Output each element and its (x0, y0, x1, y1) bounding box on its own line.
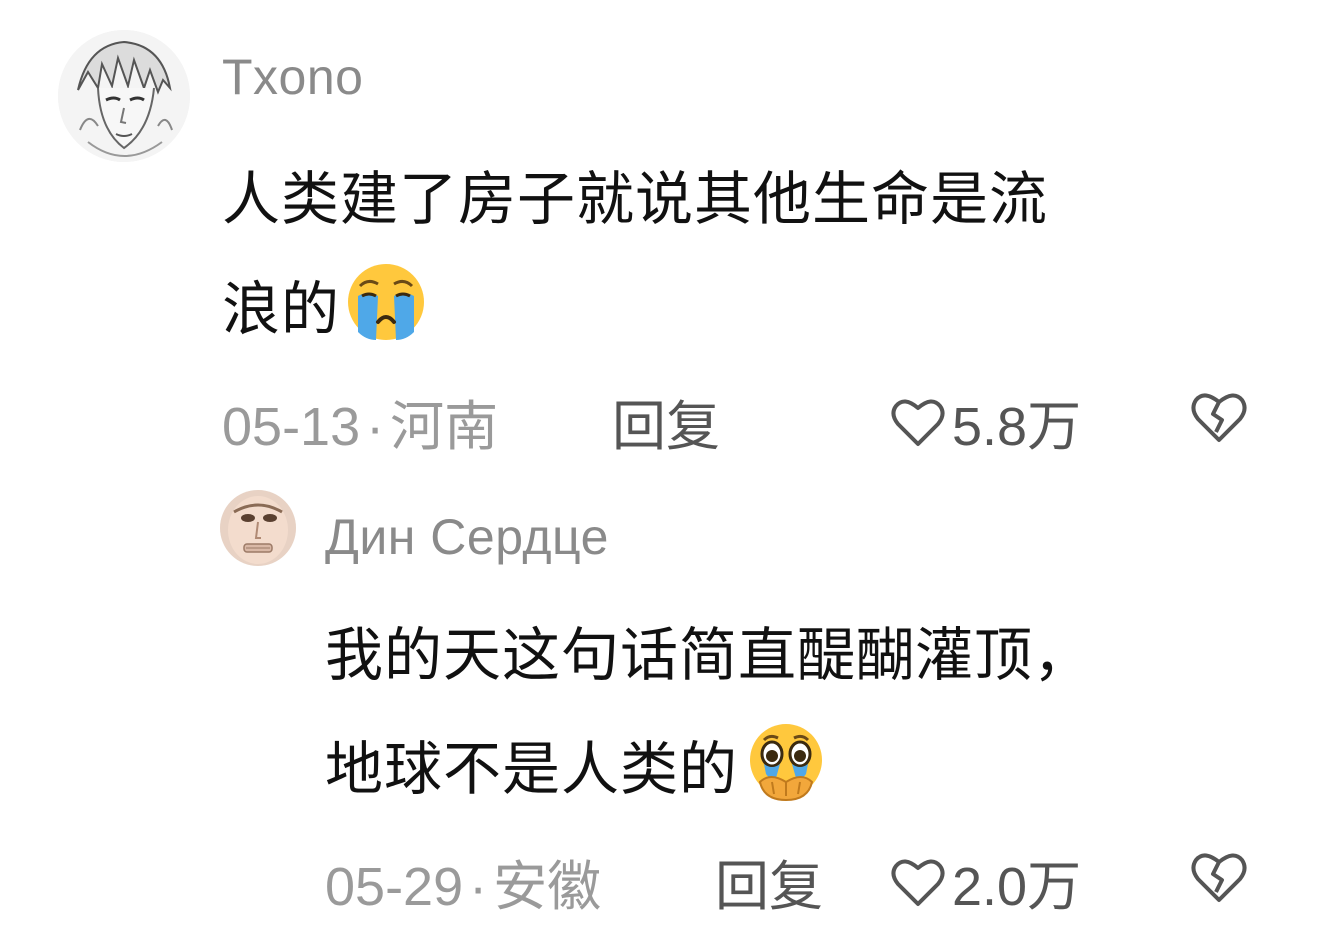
comment-text-fragment: 地球不是人类的 (325, 735, 739, 803)
like-button[interactable]: 2.0万 (890, 842, 1081, 921)
reply-button[interactable]: 回复 (612, 382, 720, 461)
comment-text-fragment: 浪的 (222, 275, 341, 343)
comment-date-location: 05-13 · 河南 (222, 382, 498, 461)
separator-dot: · (469, 857, 488, 917)
broken-heart-outline-icon (1191, 393, 1247, 442)
sketch-portrait-icon (58, 30, 190, 162)
dislike-button[interactable] (1190, 850, 1248, 917)
like-count: 2.0万 (952, 857, 1082, 917)
broken-heart-outline-icon (1191, 853, 1247, 902)
comment-username[interactable]: Дин Сердце (325, 508, 609, 566)
heart-outline-icon (891, 399, 945, 446)
dislike-button[interactable] (1190, 390, 1248, 457)
loudly-crying-face-icon (344, 260, 428, 358)
separator-dot: · (366, 397, 385, 457)
comment-username[interactable]: Txono (222, 48, 363, 106)
comment-text-line: 地球不是人类的 (325, 722, 830, 822)
user-avatar[interactable] (220, 490, 296, 566)
comment-text-line: 人类建了房子就说其他生命是流 (222, 165, 1049, 233)
face-photo-icon (220, 490, 296, 566)
comment-date-location: 05-29 · 安徽 (325, 842, 601, 921)
reply-button[interactable]: 回复 (715, 842, 823, 921)
like-count: 5.8万 (952, 397, 1082, 457)
comment-location: 安徽 (493, 857, 602, 917)
comment-meta-row: 05-29 · 安徽 回复 2.0万 (0, 842, 1320, 917)
comment-text-line: 浪的 (222, 262, 428, 362)
heart-outline-icon (891, 859, 945, 906)
comment-date: 05-13 (222, 397, 361, 457)
comment-date: 05-29 (325, 857, 464, 917)
comment-text-line: 我的天这句话简直醍醐灌顶， (325, 621, 1093, 689)
user-avatar[interactable] (58, 30, 190, 162)
face-holding-back-tears-icon (742, 720, 830, 818)
comment-meta-row: 05-13 · 河南 回复 5.8万 (0, 382, 1320, 457)
like-button[interactable]: 5.8万 (890, 382, 1081, 461)
comment-location: 河南 (390, 397, 499, 457)
